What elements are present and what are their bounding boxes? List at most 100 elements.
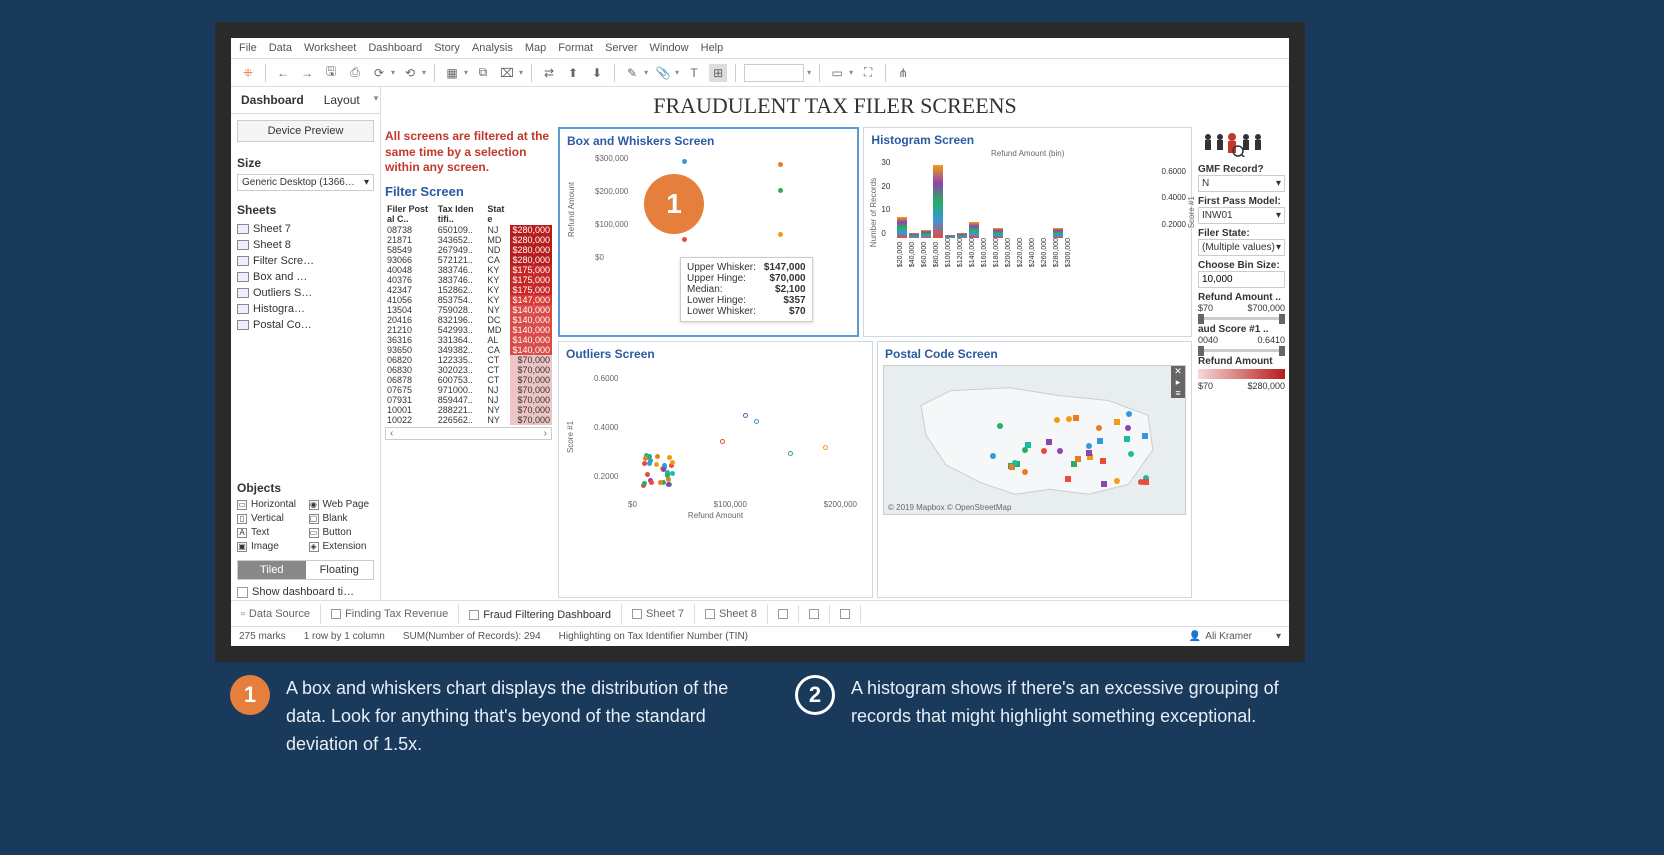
group-icon[interactable]: 📎 (654, 64, 672, 82)
object-horizontal[interactable]: ▭Horizontal (237, 499, 303, 510)
state-select[interactable]: (Multiple values)▾ (1198, 239, 1285, 256)
histogram-panel[interactable]: Histogram Screen Refund Amount (bin) Num… (863, 127, 1192, 337)
table-row[interactable]: 58549267949..ND$280,000 (385, 245, 552, 255)
map-marker[interactable] (1075, 456, 1081, 462)
sheet-item[interactable]: Sheet 7 (237, 221, 374, 237)
map-marker[interactable] (1086, 443, 1092, 449)
horizontal-scrollbar[interactable]: ‹› (385, 427, 552, 440)
size-select[interactable]: Generic Desktop (1366…▾ (237, 174, 374, 191)
menu-worksheet[interactable]: Worksheet (304, 42, 356, 54)
menu-file[interactable]: File (239, 42, 257, 54)
text-icon[interactable]: T (685, 64, 703, 82)
table-row[interactable]: 06878600753..CT$70,000 (385, 375, 552, 385)
menu-dashboard[interactable]: Dashboard (368, 42, 422, 54)
menu-data[interactable]: Data (269, 42, 292, 54)
map-marker[interactable] (1065, 476, 1071, 482)
sheet-item[interactable]: Postal Co… (237, 317, 374, 333)
map-marker[interactable] (1025, 442, 1031, 448)
table-row[interactable]: 10022226562..NY$70,000 (385, 415, 552, 425)
filter-table[interactable]: Filer Post al C..Tax Iden tifi..Stat e 0… (385, 203, 552, 425)
outliers-panel[interactable]: Outliers Screen Score #1 0.6000 0.4000 0… (558, 341, 873, 598)
menu-format[interactable]: Format (558, 42, 593, 54)
fraud-slider[interactable] (1198, 349, 1285, 352)
map-marker[interactable] (1046, 439, 1052, 445)
table-row[interactable]: 93650349382..CA$140,000 (385, 345, 552, 355)
tab-finding-tax-revenue[interactable]: Finding Tax Revenue (321, 604, 459, 624)
map-marker[interactable] (1073, 415, 1079, 421)
menu-map[interactable]: Map (525, 42, 546, 54)
duplicate-icon[interactable]: ⧉ (474, 64, 492, 82)
object-text[interactable]: AText (237, 527, 303, 538)
table-row[interactable]: 40048383746..KY$175,000 (385, 265, 552, 275)
map-marker[interactable] (1022, 469, 1028, 475)
map-marker[interactable] (1100, 458, 1106, 464)
map-marker[interactable] (1066, 416, 1072, 422)
table-row[interactable]: 36316331364..AL$140,000 (385, 335, 552, 345)
map-area[interactable]: © 2019 Mapbox © OpenStreetMap ✕▸≡ (883, 365, 1186, 515)
map-marker[interactable] (1012, 460, 1018, 466)
table-row[interactable]: 41056853754..KY$147,000 (385, 295, 552, 305)
map-marker[interactable] (1041, 448, 1047, 454)
tab-fraud-filtering-dashboard[interactable]: Fraud Filtering Dashboard (459, 603, 622, 625)
table-row[interactable]: 40376383746..KY$175,000 (385, 275, 552, 285)
device-preview-button[interactable]: Device Preview (237, 120, 374, 142)
new-worksheet-icon[interactable]: ▦ (443, 64, 461, 82)
save-icon[interactable]: 🖫 (322, 64, 340, 82)
histogram-bar[interactable] (921, 230, 931, 238)
sheet-item[interactable]: Sheet 8 (237, 237, 374, 253)
swap-icon[interactable]: ⇄ (540, 64, 558, 82)
map-marker[interactable] (1101, 481, 1107, 487)
refresh-icon[interactable]: ⟳ (370, 64, 388, 82)
table-row[interactable]: 93066572121..CA$280,000 (385, 255, 552, 265)
table-row[interactable]: 07675971000..NJ$70,000 (385, 385, 552, 395)
object-button[interactable]: ▭Button (309, 527, 375, 538)
object-vertical[interactable]: ▯Vertical (237, 513, 303, 524)
auto-update-icon[interactable]: ⟲ (401, 64, 419, 82)
model-select[interactable]: INW01▾ (1198, 207, 1285, 224)
search-input[interactable] (744, 64, 804, 82)
menu-server[interactable]: Server (605, 42, 637, 54)
table-row[interactable]: 20416832196..DC$140,000 (385, 315, 552, 325)
fix-axes-icon[interactable]: ⊞ (709, 64, 727, 82)
map-marker[interactable] (1097, 438, 1103, 444)
tab-sheet-8[interactable]: Sheet 8 (695, 604, 768, 624)
back-icon[interactable]: ← (274, 64, 292, 82)
sort-asc-icon[interactable]: ⬆ (564, 64, 582, 82)
object-extension[interactable]: ◈Extension (309, 541, 375, 552)
show-title-checkbox[interactable] (237, 587, 248, 598)
sidebar-tab-dashboard[interactable]: Dashboard (231, 87, 314, 113)
postal-code-panel[interactable]: Postal Code Screen © 2019 Mapbox © OpenS… (877, 341, 1192, 598)
gmf-select[interactable]: N▾ (1198, 175, 1285, 192)
status-user[interactable]: 👤Ali Kramer▾ (1189, 631, 1281, 642)
fit-icon[interactable]: ⛶ (859, 64, 877, 82)
map-marker[interactable] (1114, 478, 1120, 484)
sheet-item[interactable]: Histogra… (237, 301, 374, 317)
object-blank[interactable]: ▢Blank (309, 513, 375, 524)
table-row[interactable]: 21210542993..MD$140,000 (385, 325, 552, 335)
map-marker[interactable] (1142, 433, 1148, 439)
sidebar-tab-layout[interactable]: Layout (314, 87, 370, 113)
map-marker[interactable] (1086, 450, 1092, 456)
histogram-bar[interactable] (897, 217, 907, 238)
menu-story[interactable]: Story (434, 42, 460, 54)
table-row[interactable]: 06820122335..CT$70,000 (385, 355, 552, 365)
sheet-item[interactable]: Filter Scre… (237, 253, 374, 269)
menu-help[interactable]: Help (701, 42, 724, 54)
menu-analysis[interactable]: Analysis (472, 42, 513, 54)
object-web-page[interactable]: ◉Web Page (309, 499, 375, 510)
map-marker[interactable] (1126, 411, 1132, 417)
histogram-bar[interactable] (969, 222, 979, 238)
presentation-icon[interactable]: ▭ (828, 64, 846, 82)
tiled-button[interactable]: Tiled (238, 561, 306, 579)
sheet-item[interactable]: Box and … (237, 269, 374, 285)
highlight-icon[interactable]: ✎ (623, 64, 641, 82)
histogram-bar[interactable] (933, 165, 943, 238)
table-row[interactable]: 10001288221..NY$70,000 (385, 405, 552, 415)
sheet-item[interactable]: Outliers S… (237, 285, 374, 301)
share-icon[interactable]: ⋔ (894, 64, 912, 82)
menu-window[interactable]: Window (650, 42, 689, 54)
map-marker[interactable] (1143, 479, 1149, 485)
forward-icon[interactable]: → (298, 64, 316, 82)
table-row[interactable]: 13504759028..NY$140,000 (385, 305, 552, 315)
map-marker[interactable] (1071, 461, 1077, 467)
